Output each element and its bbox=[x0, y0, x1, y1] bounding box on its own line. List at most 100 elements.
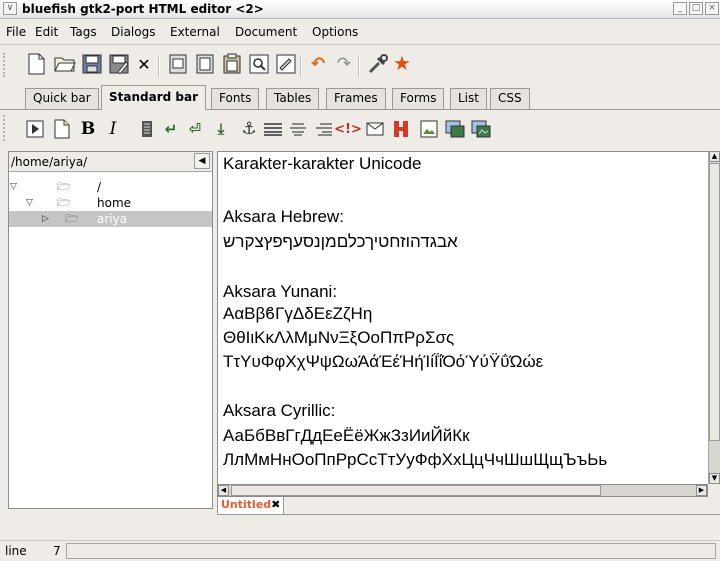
new-file-icon[interactable] bbox=[24, 52, 48, 76]
tab-untitled[interactable]: Untitled✖ bbox=[217, 497, 285, 515]
menu-file[interactable]: File bbox=[6, 25, 26, 39]
quickstart-icon[interactable] bbox=[24, 118, 46, 140]
preferences-tools-icon[interactable] bbox=[366, 52, 390, 76]
window-titlebar: ∨ bluefish gtk2-port HTML editor <2> _ □… bbox=[0, 0, 720, 19]
multi-thumbnail-icon[interactable] bbox=[470, 118, 492, 140]
scroll-down-icon[interactable]: ▼ bbox=[709, 473, 720, 484]
right-justify-icon[interactable] bbox=[313, 118, 335, 140]
scroll-right-icon[interactable]: ▶ bbox=[696, 485, 707, 496]
horizontal-scrollbar[interactable]: ◀ ▶ bbox=[217, 484, 708, 497]
menu-external[interactable]: External bbox=[170, 25, 220, 39]
editor-line: Aksara Cyrillic: bbox=[223, 401, 336, 420]
comment-icon[interactable]: <!> bbox=[334, 118, 362, 140]
window-title: bluefish gtk2-port HTML editor <2> bbox=[22, 2, 264, 16]
folder-icon: 🗁 bbox=[57, 196, 71, 209]
body-tag-icon[interactable] bbox=[51, 118, 73, 140]
tab-standard-bar[interactable]: Standard bar bbox=[101, 85, 206, 110]
anchor-icon[interactable]: ⚓ bbox=[238, 118, 260, 140]
open-folder-icon[interactable] bbox=[53, 52, 77, 76]
status-message-field bbox=[66, 543, 716, 559]
minimize-icon[interactable]: _ bbox=[673, 2, 687, 15]
break-clear-icon[interactable]: ⏎ bbox=[184, 118, 206, 140]
center-icon[interactable] bbox=[287, 118, 309, 140]
replace-icon[interactable] bbox=[274, 52, 298, 76]
tree-node-root[interactable]: ▽ 🗁 / bbox=[9, 179, 212, 195]
editor-line: ΘθΙιΚκΛλΜμΝνΞξΟοΠπΡρΣσς bbox=[223, 328, 455, 347]
toolbar-grip[interactable] bbox=[3, 53, 9, 77]
file-browser-panel: /home/ariya/ ◀ ▽ 🗁 / ▽ 🗁 home ▷ 🗁 ariya bbox=[8, 151, 213, 509]
current-path[interactable]: /home/ariya/ bbox=[11, 155, 87, 169]
tab-tables[interactable]: Tables bbox=[266, 88, 320, 109]
undo-icon[interactable]: ↶ bbox=[306, 52, 330, 76]
menu-document[interactable]: Document bbox=[235, 25, 297, 39]
folder-icon: 🗁 bbox=[57, 180, 71, 193]
redo-icon[interactable]: ↷ bbox=[332, 52, 356, 76]
vertical-scrollbar[interactable]: ▲ ▼ bbox=[708, 151, 720, 484]
expander-open-icon[interactable]: ▽ bbox=[26, 195, 33, 211]
break-icon[interactable]: ↵ bbox=[160, 118, 182, 140]
editor-line: ЛлМмНнОоПпРрСсТтУуФфХхЦцЧчШшЩщЪъЬь bbox=[223, 450, 608, 469]
scroll-up-icon[interactable]: ▲ bbox=[709, 151, 720, 162]
close-file-icon[interactable]: ✕ bbox=[132, 52, 156, 76]
tab-forms[interactable]: Forms bbox=[392, 88, 445, 109]
main-toolbar: ✕ ↶ ↷ ★ bbox=[0, 45, 720, 84]
toolbar-separator bbox=[358, 55, 360, 77]
tree-node-home[interactable]: ▽ 🗁 home bbox=[9, 195, 212, 211]
tree-node-label: / bbox=[97, 180, 102, 194]
image-icon[interactable] bbox=[418, 118, 440, 140]
maximize-icon[interactable]: □ bbox=[689, 2, 703, 15]
tab-frames[interactable]: Frames bbox=[326, 88, 386, 109]
nbsp-icon[interactable]: ⤓ bbox=[210, 118, 232, 140]
horizontal-scroll-thumb[interactable] bbox=[231, 485, 601, 496]
status-line-label: line bbox=[5, 544, 27, 558]
horizontal-rule-icon[interactable] bbox=[262, 118, 284, 140]
toolbar-tabs: Quick bar Standard bar Fonts Tables Fram… bbox=[0, 84, 720, 110]
paragraph-icon[interactable] bbox=[136, 118, 158, 140]
editor-line: Aksara Yunani: bbox=[223, 282, 338, 301]
menu-dialogs[interactable]: Dialogs bbox=[111, 25, 155, 39]
status-bar: line 7 bbox=[0, 540, 720, 561]
italic-icon[interactable]: I bbox=[102, 118, 124, 140]
editor-line: АаБбВвГгДдЕеЁёЖжЗзИиЙйКк bbox=[223, 426, 470, 445]
copy-icon[interactable] bbox=[193, 52, 217, 76]
bold-icon[interactable]: B bbox=[77, 118, 99, 140]
tab-css[interactable]: CSS bbox=[490, 88, 530, 109]
standard-toolbar: B I ↵ ⏎ ⤓ ⚓ <!> bbox=[0, 110, 720, 150]
cut-icon[interactable] bbox=[166, 52, 190, 76]
tab-quick-bar[interactable]: Quick bar bbox=[25, 88, 99, 109]
editor-line: Karakter-karakter Unicode bbox=[223, 154, 422, 173]
vertical-scroll-thumb[interactable] bbox=[709, 163, 720, 441]
close-tab-icon[interactable]: ✖ bbox=[271, 498, 280, 511]
menu-tags[interactable]: Tags bbox=[70, 25, 97, 39]
toolbar-grip[interactable] bbox=[3, 115, 9, 141]
expander-open-icon[interactable]: ▽ bbox=[10, 179, 17, 195]
tab-list[interactable]: List bbox=[450, 88, 487, 109]
status-line-number: 7 bbox=[53, 544, 61, 558]
paste-icon[interactable] bbox=[220, 52, 244, 76]
scroll-left-icon[interactable]: ◀ bbox=[218, 485, 229, 496]
editor-line: Aksara Hebrew: bbox=[223, 207, 344, 226]
document-tab-label: Untitled bbox=[221, 498, 272, 511]
save-as-icon[interactable] bbox=[107, 52, 131, 76]
tree-node-label: home bbox=[97, 196, 132, 210]
find-icon[interactable] bbox=[247, 52, 271, 76]
save-icon[interactable] bbox=[80, 52, 104, 76]
tree-node-ariya[interactable]: ▷ 🗁 ariya bbox=[9, 211, 212, 227]
menu-options[interactable]: Options bbox=[312, 25, 358, 39]
tab-fonts[interactable]: Fonts bbox=[211, 88, 260, 109]
path-dropdown-button[interactable]: ◀ bbox=[194, 153, 210, 169]
font-icon[interactable] bbox=[390, 118, 412, 140]
tree-node-label: ariya bbox=[97, 212, 128, 226]
text-editor[interactable]: Karakter-karakter Unicode Aksara Hebrew:… bbox=[217, 151, 708, 484]
folder-icon: 🗁 bbox=[65, 212, 79, 225]
thumbnail-icon[interactable] bbox=[444, 118, 466, 140]
menu-bar: File Edit Tags Dialogs External Document… bbox=[0, 19, 720, 45]
editor-line: אבגדהוזחטיךכלםמןנסעףפץצקרש bbox=[223, 232, 458, 251]
expander-closed-icon[interactable]: ▷ bbox=[42, 211, 49, 227]
bookmark-star-icon[interactable]: ★ bbox=[390, 51, 414, 75]
email-icon[interactable] bbox=[364, 118, 386, 140]
menu-edit[interactable]: Edit bbox=[35, 25, 58, 39]
window-menu-icon[interactable]: ∨ bbox=[3, 2, 17, 15]
close-icon[interactable]: × bbox=[705, 2, 719, 15]
editor-line: ΤτΥυΦφΧχΨψΩωΆάΈέΉήΊίΪΐΌόΎύΫΰΏώε bbox=[223, 352, 544, 371]
